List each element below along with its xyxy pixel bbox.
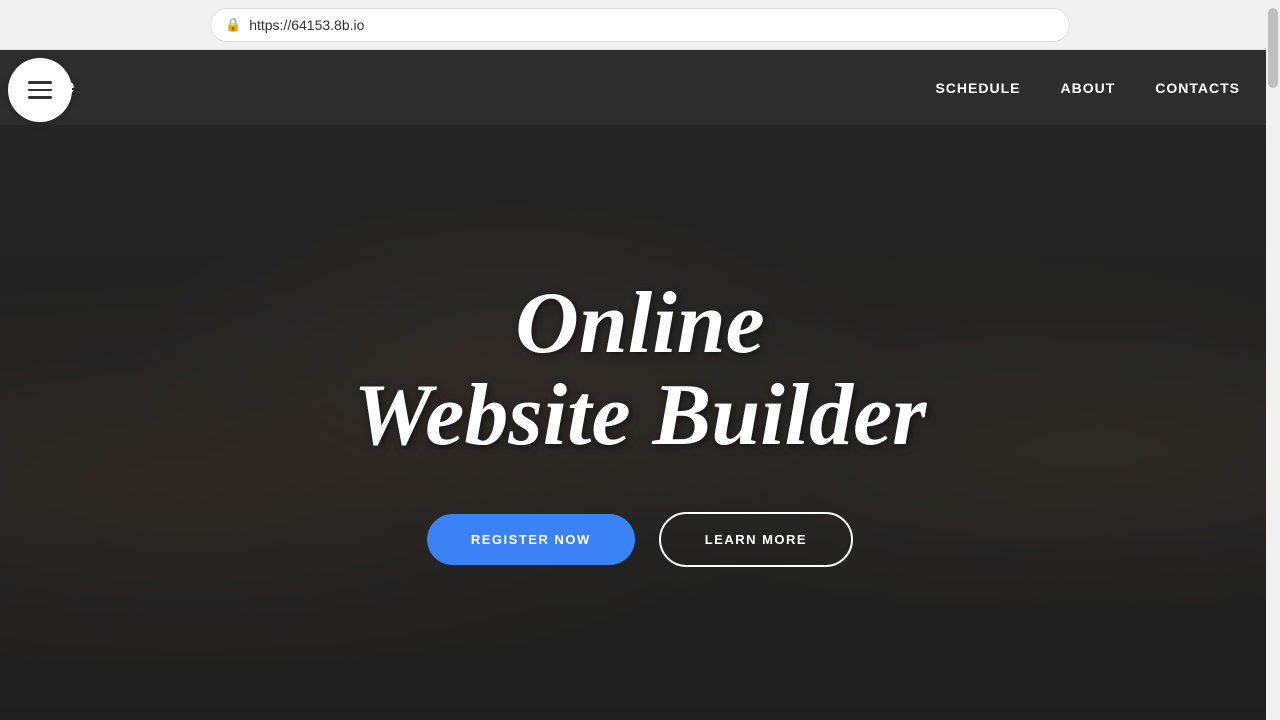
navbar: site SCHEDULE ABOUT CONTACTS [0, 50, 1280, 125]
hero-content: Online Website Builder REGISTER NOW LEAR… [334, 278, 947, 568]
scrollbar-track[interactable] [1266, 0, 1280, 720]
hero-buttons: REGISTER NOW LEARN MORE [354, 512, 927, 567]
url-text: https://64153.8b.io [249, 17, 364, 33]
nav-about[interactable]: ABOUT [1060, 80, 1115, 96]
scrollbar-thumb[interactable] [1268, 8, 1278, 88]
hamburger-icon [28, 81, 52, 99]
website-content: site SCHEDULE ABOUT CONTACTS Online Webs… [0, 50, 1280, 720]
nav-menu: SCHEDULE ABOUT CONTACTS [935, 80, 1240, 96]
nav-schedule[interactable]: SCHEDULE [935, 80, 1020, 96]
browser-chrome: 🔒 https://64153.8b.io [0, 0, 1280, 50]
lock-icon: 🔒 [225, 17, 241, 33]
hero-section: Online Website Builder REGISTER NOW LEAR… [0, 125, 1280, 720]
hero-title-line2: Website Builder [354, 367, 927, 464]
register-now-button[interactable]: REGISTER NOW [427, 514, 635, 565]
hero-title-line1: Online [515, 275, 764, 372]
hero-title: Online Website Builder [354, 278, 927, 463]
address-bar[interactable]: 🔒 https://64153.8b.io [210, 8, 1070, 42]
mobile-menu-button[interactable] [8, 58, 72, 122]
learn-more-button[interactable]: LEARN MORE [659, 512, 853, 567]
nav-contacts[interactable]: CONTACTS [1155, 80, 1240, 96]
